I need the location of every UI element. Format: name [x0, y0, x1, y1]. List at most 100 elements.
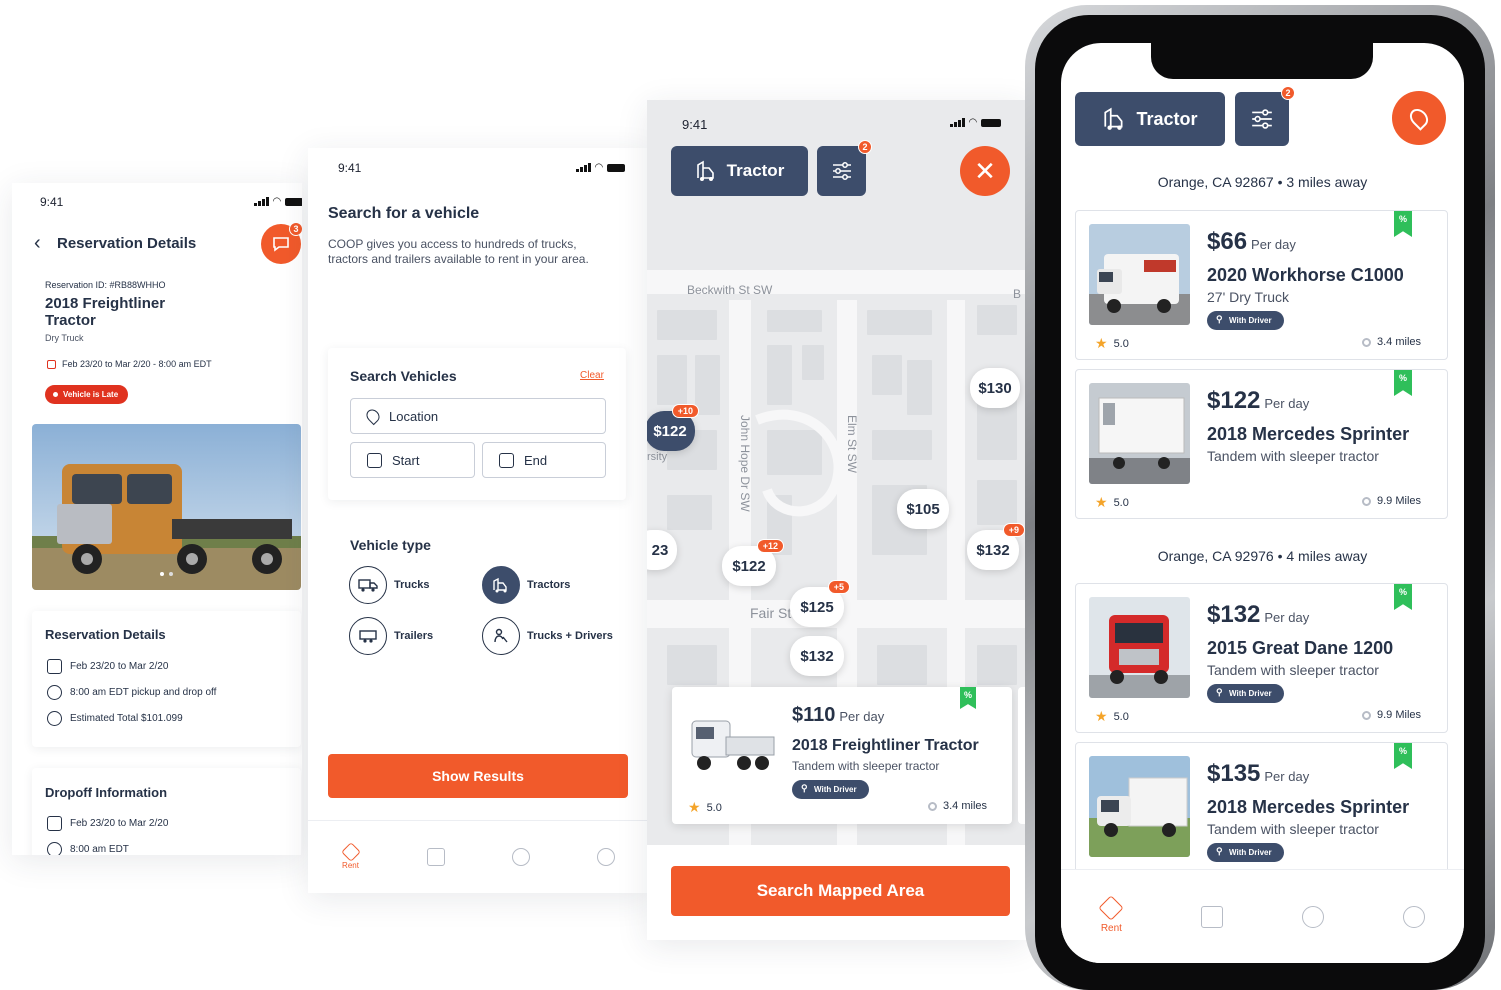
filter-chip-tractor[interactable]: Tractor: [671, 146, 808, 196]
chat-button[interactable]: 3: [261, 222, 302, 264]
start-date-input[interactable]: Start: [350, 442, 475, 478]
street-label-elm: Elm St SW: [845, 415, 859, 474]
vehicle-type: Dry Truck: [45, 333, 84, 343]
listing-price: $135 Per day: [1207, 760, 1309, 788]
location-pin-icon: [1362, 710, 1371, 720]
map-listing-card[interactable]: $110 Per day 2018 Freightliner Tractor Ta…: [672, 687, 1012, 824]
price-pin[interactable]: $122 +10: [647, 404, 699, 451]
price-pin[interactable]: $130: [970, 368, 1020, 408]
calendar-icon: [47, 659, 62, 674]
back-icon[interactable]: ‹: [34, 232, 41, 255]
rating-value: 5.0: [706, 801, 722, 814]
chat-badge: 3: [289, 222, 302, 236]
end-date-input[interactable]: End: [482, 442, 606, 478]
listing-title: 2015 Great Dane 1200: [1207, 638, 1394, 658]
with-driver-pill: With Driver: [1207, 684, 1284, 703]
filter-settings-button[interactable]: 2: [817, 140, 872, 196]
page-description: COOP gives you access to hundreds of tru…: [328, 237, 589, 266]
pin-price: $122: [732, 557, 766, 575]
type-trailers[interactable]: Trailers: [349, 617, 433, 655]
calendar-icon: [367, 452, 382, 468]
with-driver-pill: With Driver: [792, 780, 869, 799]
vehicle-thumbnail: [1089, 756, 1190, 857]
listing-subtitle: 27' Dry Truck: [1207, 289, 1290, 305]
tab-bar: Rent: [1061, 869, 1464, 963]
distance: 3.4 miles: [1362, 336, 1421, 348]
listing-title: 2018 Freightliner Tractor: [792, 737, 979, 754]
filter-count-badge: 2: [1281, 86, 1295, 100]
location-pin-icon: [1406, 105, 1432, 131]
location-pin-icon: [363, 406, 383, 426]
rating: ★ 5.0: [1095, 494, 1129, 511]
tab-bookings[interactable]: [1162, 905, 1263, 928]
status-time: 9:41: [682, 117, 708, 132]
price-pin[interactable]: $132 +9: [967, 523, 1025, 570]
star-icon: ★: [1095, 335, 1108, 351]
per-day-label: Per day: [1264, 769, 1310, 784]
price-pin[interactable]: $105: [897, 489, 949, 529]
tab-rent[interactable]: Rent: [308, 841, 393, 870]
tab-bookings[interactable]: [393, 848, 478, 866]
calendar-icon: [499, 452, 514, 468]
price-pin[interactable]: $122 +12: [722, 539, 784, 586]
rating-value: 5.0: [1113, 337, 1129, 350]
tractor-icon: [1104, 107, 1123, 130]
start-placeholder: Start: [392, 452, 420, 468]
type-trucks[interactable]: Trucks: [349, 566, 429, 604]
dropoff-card: Dropoff Information Feb 23/20 to Mar 2/2…: [32, 768, 301, 855]
distance-value: 9.9 Miles: [1377, 495, 1422, 507]
vehicle-thumbnail: [1089, 597, 1190, 698]
price-value: $122: [1207, 387, 1261, 414]
type-trucks-drivers-label: Trucks + Drivers: [527, 630, 613, 642]
price-pin[interactable]: 23: [647, 530, 677, 570]
show-results-button[interactable]: Show Results: [328, 754, 628, 798]
pin-count-badge: +9: [1002, 523, 1025, 537]
status-icons: ◠: [576, 162, 626, 173]
total-text: Estimated Total $101.099: [70, 713, 183, 724]
listing-card[interactable]: $66 Per day 2020 Workhorse C1000 27' Dry …: [1075, 210, 1448, 360]
tab-profile[interactable]: [563, 848, 648, 866]
discount-tag-icon: %: [1394, 584, 1412, 610]
discount-tag-icon: %: [1394, 370, 1412, 396]
price-pin[interactable]: $132: [790, 636, 844, 676]
tractor-icon: [696, 160, 714, 181]
search-mapped-area-button[interactable]: Search Mapped Area: [671, 866, 1010, 916]
end-placeholder: End: [524, 452, 548, 468]
tab-rent[interactable]: Rent: [1061, 895, 1162, 934]
listing-title: 2018 Mercedes Sprinter: [1207, 424, 1410, 444]
pin-count-badge: +12: [756, 539, 784, 553]
trailer-icon: [349, 617, 387, 655]
filter-chip-tractor[interactable]: Tractor: [1075, 92, 1225, 146]
listing-card[interactable]: $132 Per day 2015 Great Dane 1200 Tandem …: [1075, 583, 1448, 733]
tab-profile[interactable]: [1363, 905, 1464, 928]
location-input[interactable]: Location: [350, 398, 606, 434]
listing-card[interactable]: $122 Per day 2018 Mercedes Sprinter Tande…: [1075, 369, 1448, 519]
price-pin[interactable]: $125 +5: [790, 580, 850, 627]
profile-icon: [596, 848, 615, 866]
dates-text: Feb 23/20 to Mar 2/20: [70, 661, 169, 672]
tab-bar: Rent: [308, 820, 648, 893]
rent-key-icon: [340, 841, 361, 862]
phone-notch: [1151, 43, 1373, 79]
clock-icon: [47, 685, 62, 700]
tab-help[interactable]: [478, 848, 563, 866]
truck-photo: [32, 424, 301, 590]
type-tractors[interactable]: Tractors: [482, 566, 570, 604]
my-location-button[interactable]: [1392, 91, 1446, 145]
type-trucks-drivers[interactable]: Trucks + Drivers: [482, 617, 613, 655]
listing-subtitle: Tandem with sleeper tractor: [792, 759, 940, 773]
filter-settings-button[interactable]: 2: [1235, 86, 1295, 146]
truck-icon: [349, 566, 387, 604]
calendar-icon: [47, 816, 62, 831]
dates-row: Feb 23/20 to Mar 2/20: [47, 659, 168, 674]
phone-mockup: Tractor 2 Orange, CA 92867 • 3 miles awa…: [1025, 5, 1495, 990]
filter-count-badge: 2: [858, 140, 872, 154]
sliders-icon: [832, 162, 851, 180]
calendar-icon: [426, 848, 445, 866]
tab-help[interactable]: [1263, 905, 1364, 928]
close-map-button[interactable]: ✕: [960, 146, 1010, 196]
per-day-label: Per day: [1264, 396, 1310, 411]
listing-price: $110 Per day: [792, 704, 884, 727]
clock-icon: [47, 842, 62, 855]
clear-link[interactable]: Clear: [580, 370, 604, 381]
